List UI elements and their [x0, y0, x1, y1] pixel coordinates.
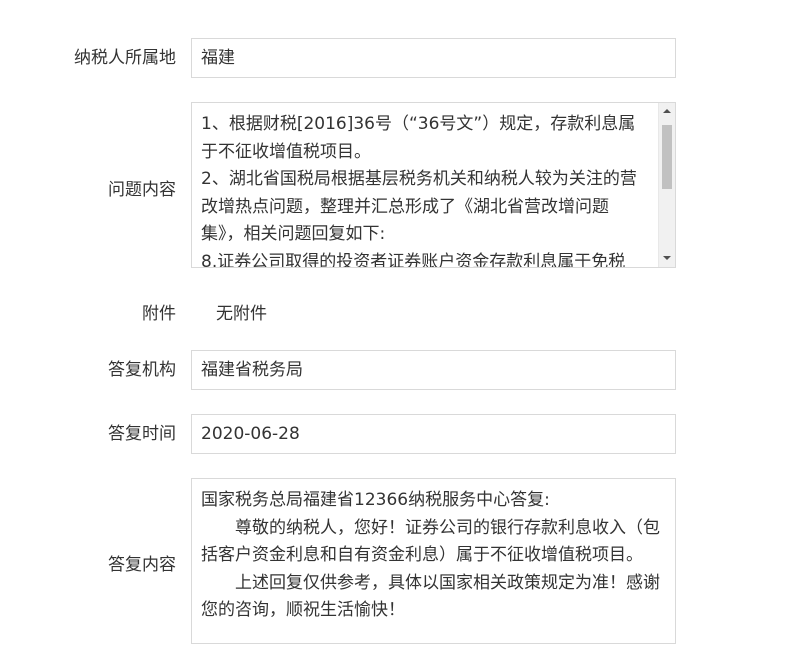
- attachment-label: 附件: [142, 304, 176, 324]
- reply-textarea[interactable]: 国家税务总局福建省12366纳税服务中心答复: 尊敬的纳税人，您好！证券公司的银…: [191, 478, 676, 644]
- scrollbar-thumb[interactable]: [662, 125, 672, 189]
- question-label: 问题内容: [108, 180, 176, 200]
- scroll-down-arrow-icon[interactable]: [659, 250, 675, 267]
- reply-line: 国家税务总局福建省12366纳税服务中心答复:: [201, 490, 550, 510]
- question-line: 1、根据财税[2016]36号（“36号文”）规定，存款利息属于不征收增值税项目…: [201, 114, 636, 162]
- question-textarea[interactable]: 1、根据财税[2016]36号（“36号文”）规定，存款利息属于不征收增值税项目…: [191, 102, 676, 268]
- attachment-value: 无附件: [216, 304, 267, 324]
- location-field[interactable]: 福建: [191, 38, 676, 78]
- question-content: 1、根据财税[2016]36号（“36号文”）规定，存款利息属于不征收增值税项目…: [201, 111, 647, 268]
- question-scrollbar[interactable]: [658, 103, 675, 267]
- question-line: 8.证券公司取得的投资者证券账户资金存款利息属于免税: [201, 251, 626, 268]
- agency-label: 答复机构: [108, 360, 176, 380]
- reply-time-field[interactable]: 2020-06-28: [191, 414, 676, 454]
- reply-label: 答复内容: [108, 555, 176, 575]
- scroll-up-arrow-icon[interactable]: [659, 103, 675, 120]
- question-line: 2、湖北省国税局根据基层税务机关和纳税人较为关注的营改增热点问题，整理并汇总形成…: [201, 169, 637, 244]
- agency-field[interactable]: 福建省税务局: [191, 350, 676, 390]
- location-label: 纳税人所属地: [74, 48, 176, 68]
- reply-time-label: 答复时间: [108, 424, 176, 444]
- reply-line: 上述回复仅供参考，具体以国家相关政策规定为准！感谢您的咨询，顺祝生活愉快！: [201, 572, 660, 621]
- reply-line: 尊敬的纳税人，您好！证券公司的银行存款利息收入（包括客户资金利息和自有资金利息）…: [201, 517, 660, 566]
